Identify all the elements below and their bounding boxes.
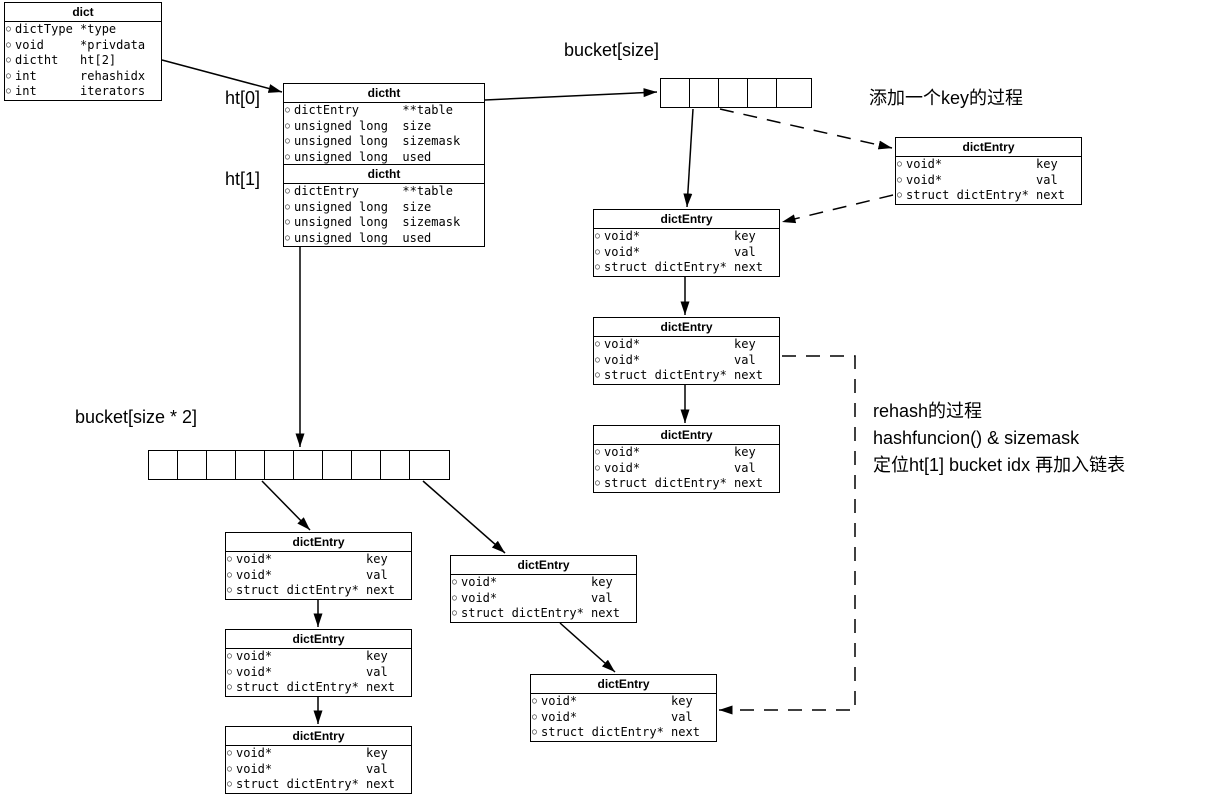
dictht-row: unsigned long sizemask [284, 134, 484, 150]
entry-row: void* val [226, 665, 411, 681]
entry-title: dictEntry [531, 675, 716, 694]
entry-row: struct dictEntry* next [594, 476, 779, 492]
entry-row: struct dictEntry* next [896, 188, 1081, 204]
dictht-row: dictEntry **table [284, 184, 484, 200]
entry-row: void* key [594, 229, 779, 245]
entry-row: void* val [451, 591, 636, 607]
entry-row: struct dictEntry* next [594, 368, 779, 384]
dictht-row: unsigned long size [284, 119, 484, 135]
bucket-cell [294, 451, 323, 479]
bucket-cell [748, 79, 777, 107]
rehash-label: rehash的过程 hashfuncion() & sizemask 定位ht[… [873, 398, 1125, 479]
entry-title: dictEntry [226, 727, 411, 746]
entry-new: dictEntry void* key void* val struct dic… [895, 137, 1082, 205]
entry-row: void* key [226, 649, 411, 665]
entry-row: struct dictEntry* next [451, 606, 636, 622]
entry-row: void* val [226, 762, 411, 778]
dict-row: dictht ht[2] [5, 53, 161, 69]
entry-row: void* val [594, 461, 779, 477]
entry-top1: dictEntry void* key void* val struct dic… [593, 209, 780, 277]
dictht0-box: dictht dictEntry **table unsigned long s… [283, 83, 485, 166]
rehash-line1: rehash的过程 [873, 398, 1125, 425]
bucket-cell [265, 451, 294, 479]
entry-row: void* val [226, 568, 411, 584]
bucket-size-array [660, 78, 812, 108]
entry-row: void* val [594, 353, 779, 369]
entry-title: dictEntry [451, 556, 636, 575]
bucket-cell [352, 451, 381, 479]
entry-row: void* key [896, 157, 1081, 173]
entry-row: void* key [594, 337, 779, 353]
dictht0-title: dictht [284, 84, 484, 103]
bucket-cell [178, 451, 207, 479]
entry-row: void* key [594, 445, 779, 461]
entry-l2: dictEntry void* key void* val struct dic… [225, 629, 412, 697]
bucket-cell [236, 451, 265, 479]
entry-title: dictEntry [594, 318, 779, 337]
bucket-cell [690, 79, 719, 107]
entry-title: dictEntry [594, 426, 779, 445]
bucket-size2-label: bucket[size * 2] [75, 407, 197, 428]
bucket-cell [410, 451, 438, 479]
dictht-row: unsigned long sizemask [284, 215, 484, 231]
entry-row: void* val [531, 710, 716, 726]
add-key-label: 添加一个key的过程 [869, 84, 1023, 110]
entry-title: dictEntry [896, 138, 1081, 157]
dict-row: int iterators [5, 84, 161, 100]
bucket-size2-array [148, 450, 450, 480]
dictht-row: unsigned long used [284, 231, 484, 247]
entry-row: struct dictEntry* next [594, 260, 779, 276]
entry-row: void* val [594, 245, 779, 261]
entry-title: dictEntry [226, 533, 411, 552]
rehash-line3: 定位ht[1] bucket idx 再加入链表 [873, 452, 1125, 479]
bucket-cell [661, 79, 690, 107]
dictht1-box: dictht dictEntry **table unsigned long s… [283, 164, 485, 247]
ht0-label: ht[0] [225, 88, 260, 109]
entry-row: struct dictEntry* next [531, 725, 716, 741]
rehash-line2: hashfuncion() & sizemask [873, 425, 1125, 452]
entry-row: struct dictEntry* next [226, 680, 411, 696]
bucket-cell [323, 451, 352, 479]
ht1-label: ht[1] [225, 169, 260, 190]
dict-title: dict [5, 3, 161, 22]
bucket-cell [207, 451, 236, 479]
dict-box: dict dictType *type void *privdata dicth… [4, 2, 162, 101]
bucket-cell [149, 451, 178, 479]
bucket-cell [719, 79, 748, 107]
entry-top3: dictEntry void* key void* val struct dic… [593, 425, 780, 493]
entry-l1: dictEntry void* key void* val struct dic… [225, 532, 412, 600]
entry-row: void* key [531, 694, 716, 710]
entry-top2: dictEntry void* key void* val struct dic… [593, 317, 780, 385]
dictht-row: unsigned long size [284, 200, 484, 216]
entry-row: void* key [226, 746, 411, 762]
entry-row: void* key [226, 552, 411, 568]
dictht-row: dictEntry **table [284, 103, 484, 119]
dictht1-title: dictht [284, 165, 484, 184]
entry-row: void* val [896, 173, 1081, 189]
dict-row: int rehashidx [5, 69, 161, 85]
entry-l3: dictEntry void* key void* val struct dic… [225, 726, 412, 794]
entry-row: struct dictEntry* next [226, 583, 411, 599]
bucket-size-label: bucket[size] [564, 40, 659, 61]
bucket-cell [381, 451, 410, 479]
entry-row: void* key [451, 575, 636, 591]
dict-row: void *privdata [5, 38, 161, 54]
entry-title: dictEntry [226, 630, 411, 649]
dict-row: dictType *type [5, 22, 161, 38]
entry-title: dictEntry [594, 210, 779, 229]
entry-row: struct dictEntry* next [226, 777, 411, 793]
bucket-cell [777, 79, 805, 107]
entry-r1: dictEntry void* key void* val struct dic… [450, 555, 637, 623]
entry-r2: dictEntry void* key void* val struct dic… [530, 674, 717, 742]
